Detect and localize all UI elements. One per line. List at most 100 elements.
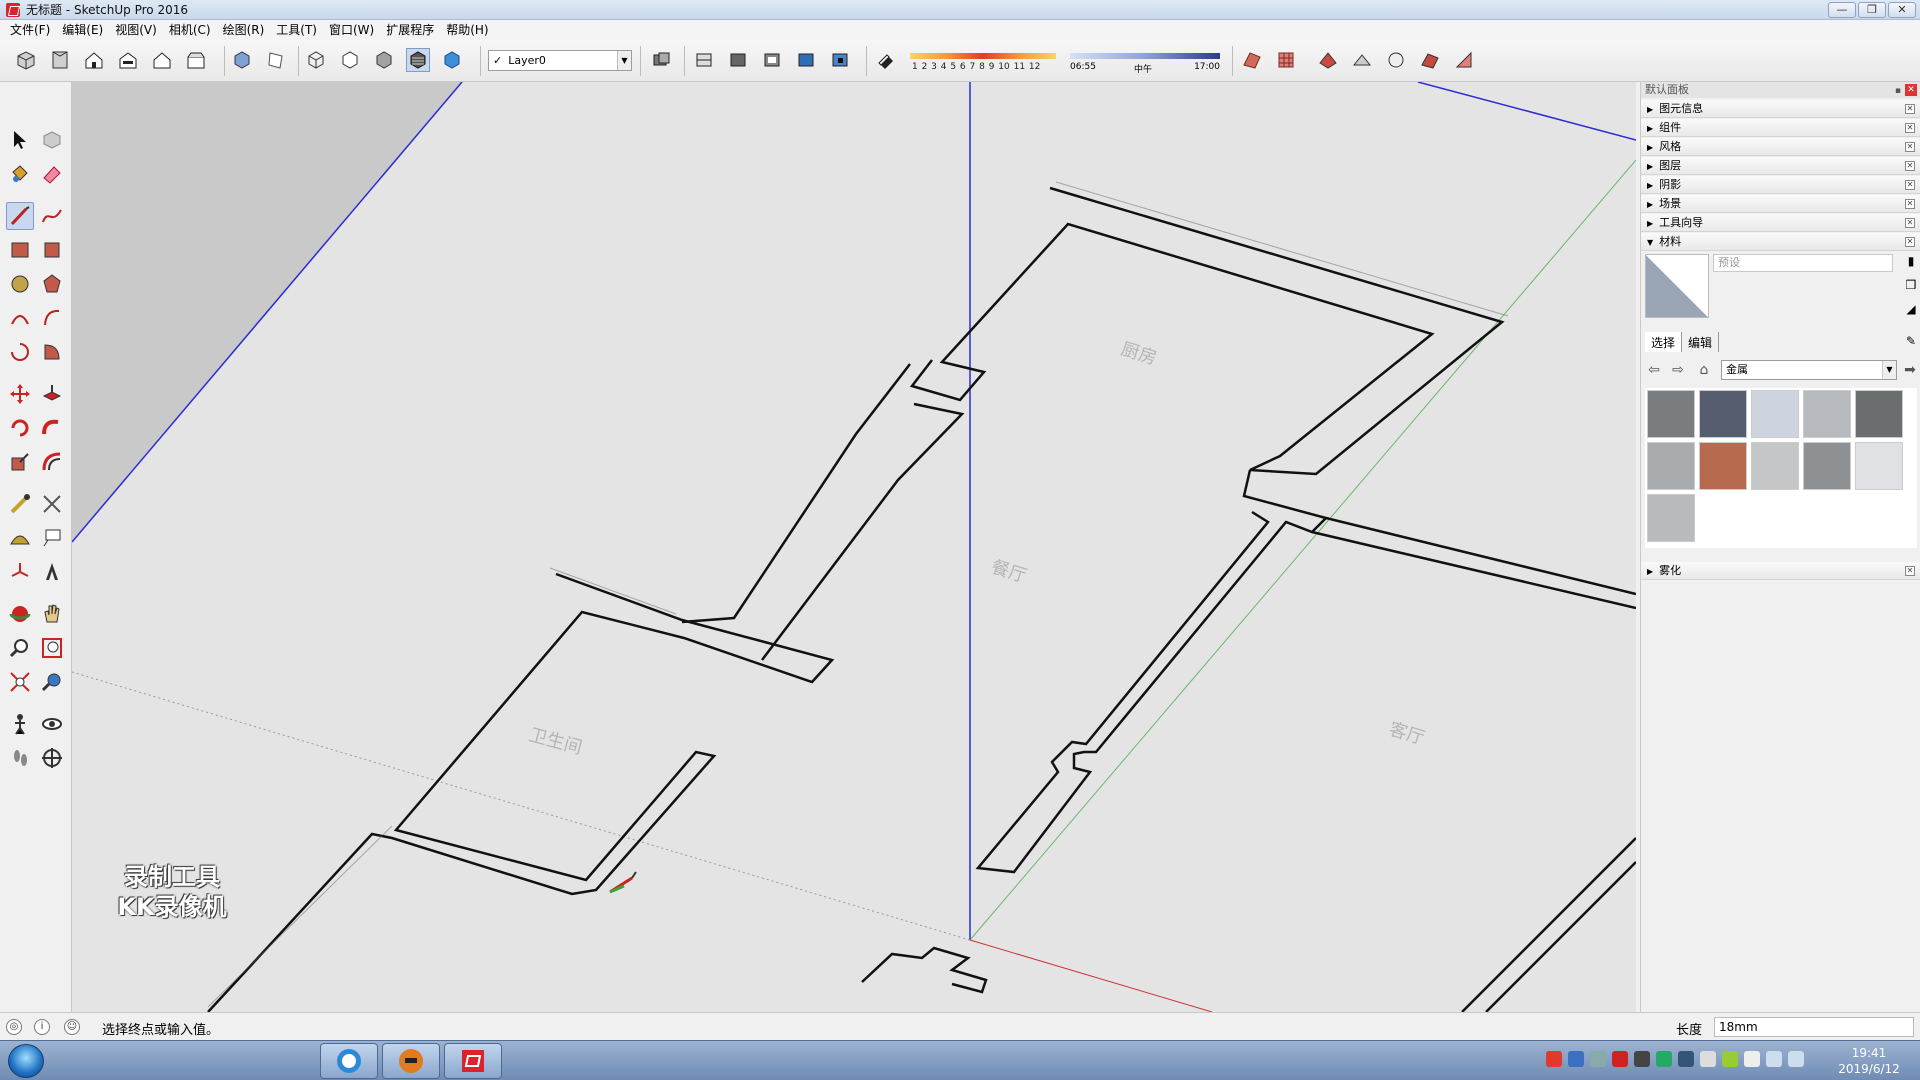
tray-components[interactable]: ▶ 组件 ✕ (1641, 119, 1920, 137)
circle-tool-icon[interactable] (6, 270, 34, 298)
back-arrow-icon[interactable]: ⇦ (1645, 361, 1663, 379)
menu-help[interactable]: 帮助(H) (440, 20, 494, 40)
security-tray-icon[interactable] (1722, 1051, 1738, 1067)
display-section-fill-icon[interactable] (794, 48, 818, 72)
rotate-tool-icon[interactable] (6, 414, 34, 442)
details-arrow-icon[interactable]: ➡ (1901, 361, 1919, 379)
menu-edit[interactable]: 编辑(E) (56, 20, 109, 40)
section-toggle-icon[interactable] (828, 48, 852, 72)
material-swatch[interactable] (1855, 390, 1903, 438)
tray-close-icon[interactable]: ✕ (1905, 180, 1915, 190)
shadow-date-slider[interactable]: 1 2 3 4 5 6 7 8 9 10 11 12 (910, 49, 1056, 73)
dimension-tool-icon[interactable] (38, 490, 66, 518)
menu-camera[interactable]: 相机(C) (163, 20, 217, 40)
three-point-arc-icon[interactable] (6, 338, 34, 366)
material-swatch[interactable] (1699, 442, 1747, 490)
tray-app-icon[interactable] (1634, 1051, 1650, 1067)
tray-scenes[interactable]: ▶ 场景 ✕ (1641, 195, 1920, 213)
tab-select[interactable]: 选择 (1645, 332, 1683, 352)
rectangle-tool-icon[interactable] (6, 236, 34, 264)
back-view-icon[interactable] (150, 48, 174, 72)
tray-close-icon[interactable]: ✕ (1905, 566, 1915, 576)
3d-text-icon[interactable] (38, 558, 66, 586)
eraser-icon[interactable] (38, 160, 66, 188)
display-section-icon[interactable] (726, 48, 750, 72)
smoove-icon[interactable] (1316, 48, 1340, 72)
protractor-icon[interactable] (6, 524, 34, 552)
zoom-extents-icon[interactable] (6, 668, 34, 696)
menu-view[interactable]: 视图(V) (109, 20, 163, 40)
push-pull-icon[interactable] (38, 380, 66, 408)
antivirus-icon[interactable] (1612, 1051, 1628, 1067)
tab-edit[interactable]: 编辑 (1682, 332, 1720, 352)
drape-icon[interactable] (1384, 48, 1408, 72)
tray-entity-info[interactable]: ▶ 图元信息 ✕ (1641, 100, 1920, 118)
taskbar-browser[interactable] (320, 1043, 378, 1079)
make-component-icon[interactable] (38, 126, 66, 154)
clock[interactable]: 19:41 2019/6/12 (1826, 1045, 1912, 1077)
shadow-date-track[interactable] (910, 53, 1056, 59)
menu-window[interactable]: 窗口(W) (323, 20, 380, 40)
arc-tool-icon[interactable] (6, 304, 34, 332)
material-details-icon[interactable]: ❒ (1903, 278, 1919, 294)
section-plane-tool-icon[interactable] (38, 744, 66, 772)
3d-viewport[interactable]: 厨房 餐厅 卫生间 客厅 录制工具 KK录像机 (72, 82, 1636, 1012)
shaded-icon[interactable] (372, 48, 396, 72)
axes-tool-icon[interactable] (6, 558, 34, 586)
tray-shadows[interactable]: ▶ 阴影 ✕ (1641, 176, 1920, 194)
menu-extensions[interactable]: 扩展程序 (380, 20, 440, 40)
layer-dropdown[interactable]: ✓ Layer0 ▼ (488, 50, 632, 71)
material-swatch[interactable] (1803, 390, 1851, 438)
chevron-down-icon[interactable]: ▼ (617, 51, 631, 70)
notification-icon[interactable] (1700, 1051, 1716, 1067)
previous-view-icon[interactable] (38, 668, 66, 696)
tray-close-icon[interactable]: ✕ (1905, 161, 1915, 171)
walk-tool-icon[interactable] (6, 744, 34, 772)
taskbar-recorder[interactable] (382, 1043, 440, 1079)
shadow-time-track[interactable] (1070, 53, 1220, 59)
wireframe-icon[interactable] (304, 48, 328, 72)
close-button[interactable]: ✕ (1888, 2, 1916, 18)
look-around-icon[interactable] (38, 710, 66, 738)
material-swatch[interactable] (1647, 442, 1695, 490)
tray-close-icon[interactable]: ✕ (1905, 142, 1915, 152)
move-tool-icon[interactable] (6, 380, 34, 408)
taskbar-sketchup[interactable] (444, 1043, 502, 1079)
position-camera-icon[interactable] (6, 710, 34, 738)
model-canvas[interactable]: 厨房 餐厅 卫生间 客厅 (72, 82, 1636, 1012)
volume-icon[interactable] (1788, 1051, 1804, 1067)
tray-close-icon[interactable]: ✕ (1905, 199, 1915, 209)
tray-close-icon[interactable]: ✕ (1905, 218, 1915, 228)
iso-view-icon[interactable] (14, 48, 38, 72)
select-tool-icon[interactable] (6, 126, 34, 154)
menu-draw[interactable]: 绘图(R) (217, 20, 271, 40)
tray-arrow-icon[interactable] (1590, 1051, 1606, 1067)
left-view-icon[interactable] (184, 48, 208, 72)
menu-file[interactable]: 文件(F) (4, 20, 56, 40)
text-tool-icon[interactable] (38, 524, 66, 552)
minimize-button[interactable]: — (1828, 2, 1856, 18)
flip-edge-icon[interactable] (1452, 48, 1476, 72)
monochrome-icon[interactable] (440, 48, 464, 72)
sandbox-scratch-icon[interactable] (1274, 48, 1298, 72)
material-swatch[interactable] (1699, 390, 1747, 438)
material-swatch[interactable] (1647, 494, 1695, 542)
material-swatch[interactable] (1855, 442, 1903, 490)
tray-materials[interactable]: ▼ 材料 ✕ (1641, 233, 1920, 251)
add-detail-icon[interactable] (1418, 48, 1442, 72)
pan-tool-icon[interactable] (38, 600, 66, 628)
material-category-select[interactable]: 金属 ▼ (1721, 360, 1897, 380)
shadow-time-slider[interactable]: 06:55 中午 17:00 (1070, 49, 1220, 75)
material-name-field[interactable]: 预设 (1713, 254, 1893, 272)
network-tray-icon[interactable] (1656, 1051, 1672, 1067)
two-point-arc-icon[interactable] (38, 304, 66, 332)
orbit-tool-icon[interactable] (6, 600, 34, 628)
info-icon[interactable]: i (34, 1019, 50, 1035)
xray-icon[interactable] (230, 48, 254, 72)
default-material-icon[interactable]: ◢ (1903, 302, 1919, 318)
home-icon[interactable]: ⌂ (1695, 361, 1713, 379)
top-view-icon[interactable] (48, 48, 72, 72)
tray-layers[interactable]: ▶ 图层 ✕ (1641, 157, 1920, 175)
create-material-icon[interactable]: ▮ (1903, 254, 1919, 270)
tray-fog[interactable]: ▶ 雾化 ✕ (1641, 562, 1920, 580)
